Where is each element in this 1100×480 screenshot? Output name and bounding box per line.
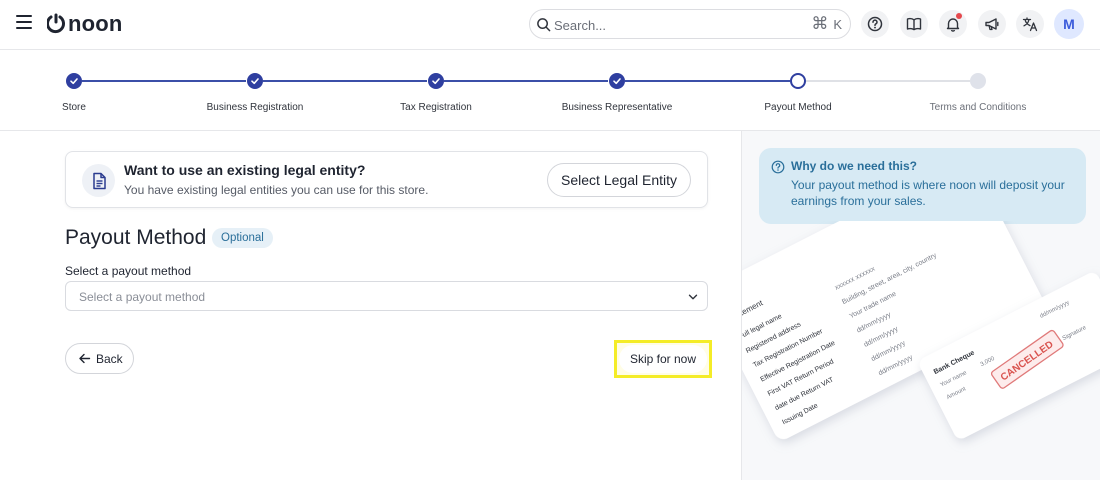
logo-text: noon [68, 11, 123, 36]
step-connector [444, 80, 608, 82]
step-business-representative-check[interactable] [609, 73, 625, 89]
shortcut-key: K [833, 16, 842, 32]
legal-entity-subtitle: You have existing legal entities you can… [124, 183, 429, 197]
info-title: Why do we need this? [791, 159, 918, 173]
language-button[interactable] [1016, 10, 1044, 38]
document-icon-wrap [82, 164, 115, 197]
noon-logo-icon [47, 13, 65, 34]
select-legal-entity-button[interactable]: Select Legal Entity [547, 163, 691, 197]
help-circle-icon [771, 160, 785, 174]
keyboard-shortcut: ⌘ K [811, 15, 842, 33]
announcements-button[interactable] [978, 10, 1006, 38]
user-avatar[interactable]: M [1054, 9, 1084, 39]
step-connector [82, 80, 246, 82]
command-key-icon: ⌘ [811, 14, 829, 33]
step-label-terms: Terms and Conditions [929, 102, 1027, 113]
payout-method-label: Select a payout method [65, 264, 192, 278]
book-icon [906, 17, 922, 31]
back-button[interactable]: Back [65, 343, 134, 374]
check-icon [70, 78, 78, 85]
step-tax-registration-check[interactable] [428, 73, 444, 89]
step-connector [263, 80, 427, 82]
step-terms-pending [970, 73, 986, 89]
step-label-tax-registration: Tax Registration [400, 102, 472, 113]
step-connector [625, 80, 790, 82]
optional-badge: Optional [212, 228, 273, 248]
check-icon [432, 78, 440, 85]
chevron-down-icon [688, 294, 698, 300]
search-bar[interactable]: ⌘ K [529, 9, 851, 39]
noon-logo[interactable]: noon [47, 11, 123, 37]
payout-method-select[interactable]: Select a payout method [65, 281, 708, 311]
search-icon [537, 18, 551, 32]
step-store-check[interactable] [66, 73, 82, 89]
notifications-button[interactable] [939, 10, 967, 38]
payout-method-placeholder: Select a payout method [79, 290, 206, 304]
notification-dot [956, 13, 962, 19]
top-header: noon ⌘ K [0, 0, 1100, 50]
check-icon [613, 78, 621, 85]
why-info-card: Why do we need this? Your payout method … [759, 148, 1086, 224]
step-business-registration-check[interactable] [247, 73, 263, 89]
existing-legal-entity-card: Want to use an existing legal entity? Yo… [65, 151, 708, 208]
help-button[interactable] [861, 10, 889, 38]
step-label-business-representative: Business Representative [561, 102, 673, 113]
info-panel: Why do we need this? Your payout method … [741, 131, 1100, 480]
document-icon [92, 172, 106, 189]
page-title: Payout Method [65, 226, 207, 249]
translate-icon [1022, 17, 1038, 32]
check-icon [251, 78, 259, 85]
megaphone-icon [985, 18, 999, 31]
help-icon [867, 16, 883, 32]
step-label-payout-method: Payout Method [764, 102, 832, 113]
guides-button[interactable] [900, 10, 928, 38]
search-input[interactable] [554, 15, 794, 35]
step-payout-method-current [790, 73, 806, 89]
menu-icon[interactable] [16, 15, 32, 31]
legal-entity-title: Want to use an existing legal entity? [124, 162, 366, 178]
arrow-left-icon [79, 353, 91, 364]
skip-highlight: Skip for now [614, 340, 712, 378]
info-text: Your payout method is where noon will de… [791, 178, 1065, 208]
step-label-business-registration: Business Registration [206, 102, 304, 113]
documents-illustration: Statement Full legal name Registered add… [742, 221, 1100, 440]
onboarding-stepper: Store Business Registration Tax Registra… [0, 51, 1100, 131]
back-label: Back [96, 351, 123, 366]
skip-for-now-button[interactable]: Skip for now [619, 345, 707, 373]
step-label-store: Store [62, 102, 86, 113]
step-connector [806, 80, 970, 82]
